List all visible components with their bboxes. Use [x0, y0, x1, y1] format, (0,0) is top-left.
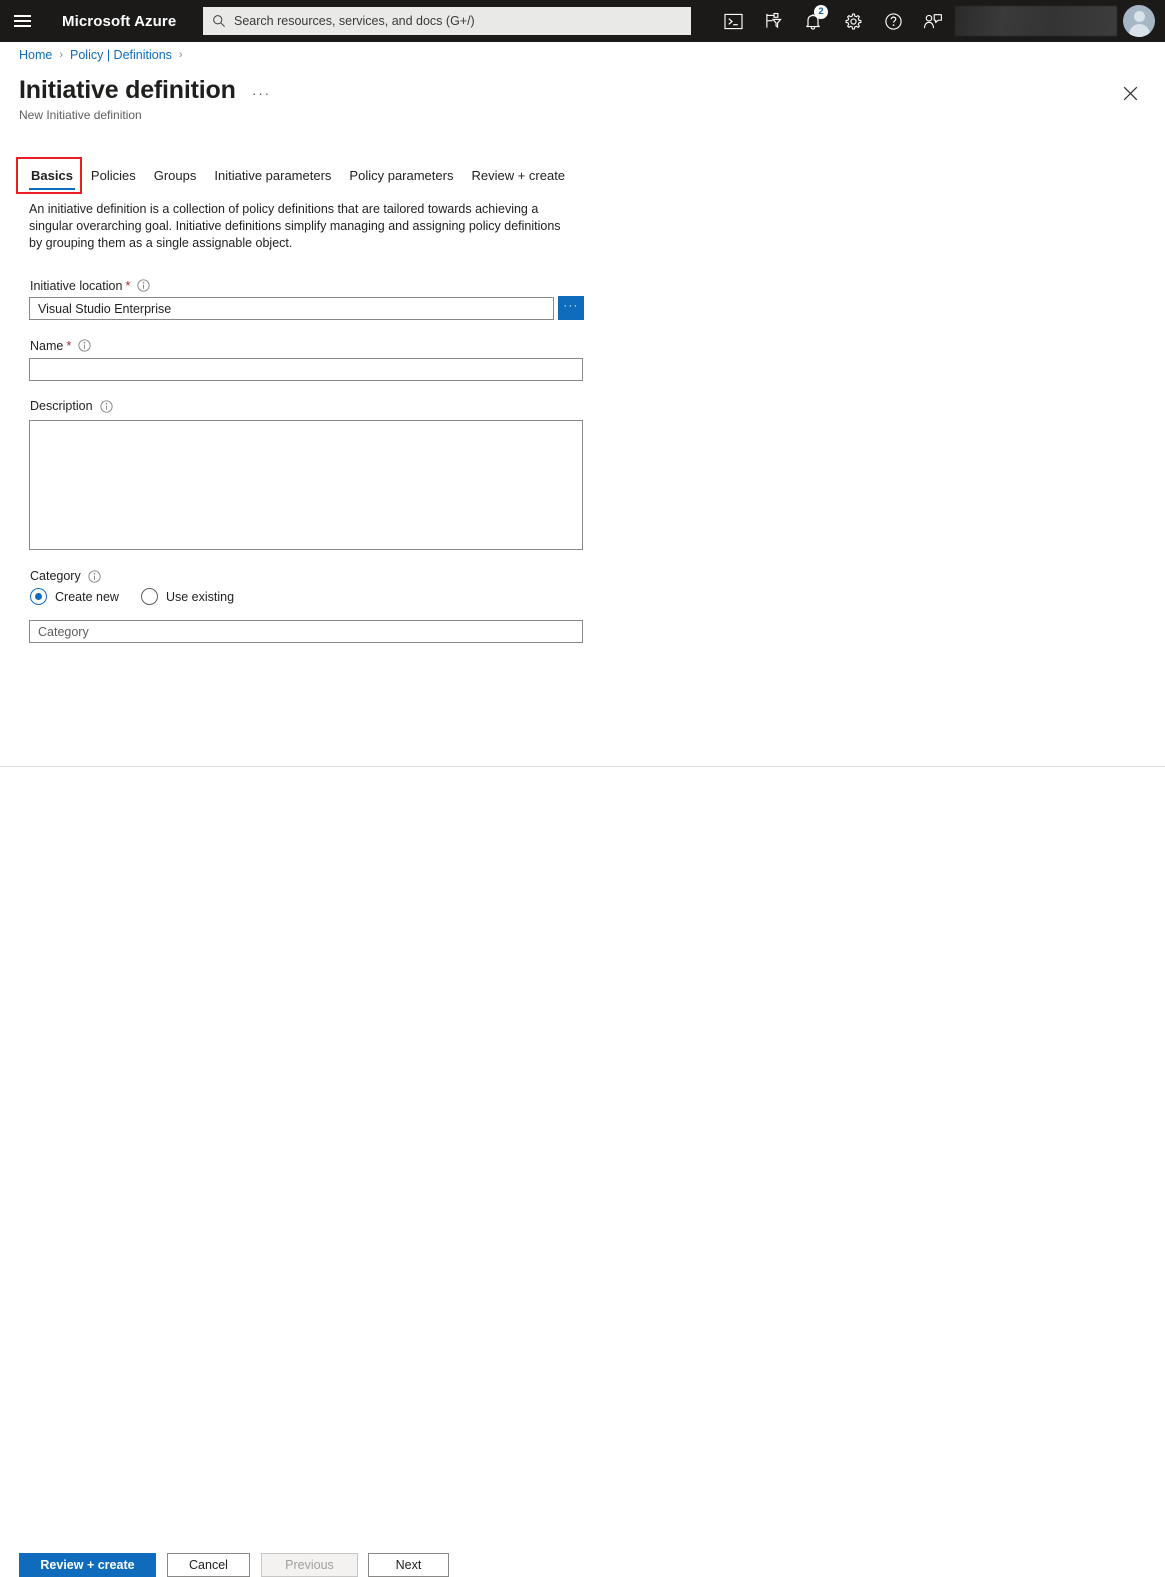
info-icon[interactable] — [78, 339, 92, 352]
top-bar-icon-group: 2 — [713, 0, 1165, 42]
category-label-text: Category — [30, 569, 81, 583]
wizard-tabs: Basics Policies Groups Initiative parame… — [22, 160, 574, 190]
name-label-text: Name — [30, 338, 64, 353]
cancel-button[interactable]: Cancel — [167, 1553, 250, 1577]
radio-use-existing[interactable]: Use existing — [140, 588, 235, 605]
directories-subscriptions-icon[interactable] — [753, 0, 793, 42]
user-avatar[interactable] — [1123, 5, 1155, 37]
radio-create-new-label: Create new — [55, 589, 119, 604]
required-asterisk: * — [125, 278, 131, 293]
breadcrumb-item-policy-definitions[interactable]: Policy | Definitions — [70, 48, 172, 62]
global-search-box[interactable]: Search resources, services, and docs (G+… — [203, 7, 691, 35]
info-icon[interactable] — [137, 279, 151, 292]
initiative-location-label-text: Initiative location — [30, 278, 123, 293]
next-button[interactable]: Next — [368, 1553, 449, 1577]
initiative-location-browse-button[interactable]: ··· — [558, 296, 584, 320]
search-placeholder-text: Search resources, services, and docs (G+… — [234, 14, 475, 28]
notifications-bell-icon[interactable]: 2 — [793, 0, 833, 42]
cloud-shell-icon[interactable] — [713, 0, 753, 42]
category-input[interactable] — [29, 620, 583, 643]
tab-policy-parameters[interactable]: Policy parameters — [340, 168, 462, 190]
category-label: Category — [30, 569, 101, 583]
tab-review-create[interactable]: Review + create — [462, 168, 574, 190]
required-asterisk: * — [66, 338, 72, 353]
more-options-ellipsis-icon[interactable]: ··· — [252, 85, 271, 101]
account-info-redacted[interactable] — [955, 6, 1117, 36]
page-subtitle: New Initiative definition — [19, 108, 142, 122]
tab-initiative-parameters[interactable]: Initiative parameters — [205, 168, 340, 190]
tab-groups[interactable]: Groups — [145, 168, 206, 190]
name-input[interactable] — [29, 358, 583, 381]
hamburger-menu-icon[interactable] — [0, 0, 44, 42]
name-label: Name * — [30, 338, 92, 353]
tab-policies[interactable]: Policies — [82, 168, 145, 190]
radio-use-existing-dot — [140, 588, 158, 605]
info-icon[interactable] — [99, 399, 113, 413]
wizard-footer: Review + create Cancel Previous Next — [0, 767, 1165, 1577]
close-icon[interactable] — [1119, 82, 1141, 104]
breadcrumb-separator-trailing: › — [178, 49, 183, 61]
breadcrumb: Home › Policy | Definitions › — [19, 48, 190, 62]
page-title: Initiative definition — [19, 76, 236, 104]
search-icon — [212, 14, 226, 28]
radio-create-new-dot — [30, 588, 47, 605]
initiative-location-input[interactable] — [29, 297, 554, 320]
settings-gear-icon[interactable] — [833, 0, 873, 42]
info-icon[interactable] — [88, 569, 101, 583]
breadcrumb-separator: › — [59, 49, 64, 61]
feedback-person-icon[interactable] — [913, 0, 953, 42]
hamburger-bars — [13, 12, 31, 30]
previous-button: Previous — [261, 1553, 358, 1577]
breadcrumb-item-home[interactable]: Home — [19, 48, 52, 62]
description-textarea[interactable] — [29, 420, 583, 550]
radio-create-new[interactable]: Create new — [30, 588, 119, 605]
top-navigation-bar: Microsoft Azure Search resources, servic… — [0, 0, 1165, 42]
initiative-description-blurb: An initiative definition is a collection… — [29, 202, 561, 250]
category-radio-group: Create new Use existing — [30, 588, 256, 605]
description-label-text: Description — [30, 399, 93, 413]
azure-brand-label[interactable]: Microsoft Azure — [62, 13, 176, 30]
tab-basics[interactable]: Basics — [22, 168, 82, 190]
description-label: Description — [30, 399, 113, 413]
initiative-location-label: Initiative location * — [30, 278, 151, 293]
notification-count-badge: 2 — [814, 5, 828, 19]
avatar-head — [1133, 11, 1145, 22]
avatar-body — [1128, 24, 1150, 37]
help-question-icon[interactable] — [873, 0, 913, 42]
radio-use-existing-label: Use existing — [165, 589, 235, 604]
review-create-button[interactable]: Review + create — [19, 1553, 156, 1577]
